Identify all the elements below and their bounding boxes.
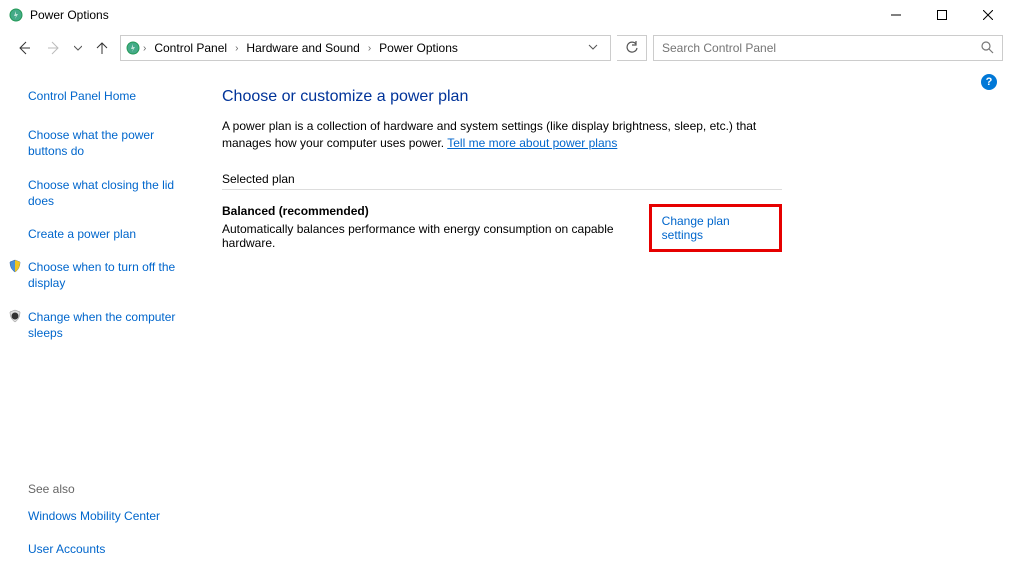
page-description: A power plan is a collection of hardware… <box>222 118 802 152</box>
sidebar-link-turn-off-display[interactable]: Choose when to turn off the display <box>28 259 190 291</box>
address-bar[interactable]: › Control Panel › Hardware and Sound › P… <box>120 35 611 61</box>
sidebar: Control Panel Home Choose what the power… <box>0 66 200 583</box>
window-title: Power Options <box>30 8 109 22</box>
forward-button[interactable] <box>42 36 66 60</box>
page-title: Choose or customize a power plan <box>222 88 981 106</box>
chevron-down-icon[interactable] <box>580 41 606 55</box>
sidebar-link-create-plan[interactable]: Create a power plan <box>28 226 190 242</box>
refresh-button[interactable] <box>617 35 647 61</box>
content-area: Control Panel Home Choose what the power… <box>0 66 1011 583</box>
maximize-button[interactable] <box>919 0 965 30</box>
breadcrumb-hardware-sound[interactable]: Hardware and Sound <box>240 36 365 60</box>
power-options-icon <box>8 7 24 23</box>
search-box[interactable] <box>653 35 1003 61</box>
up-button[interactable] <box>90 36 114 60</box>
recent-dropdown[interactable] <box>72 36 84 60</box>
highlight-annotation: Change plan settings <box>649 204 782 252</box>
breadcrumb-control-panel[interactable]: Control Panel <box>148 36 233 60</box>
tell-more-link[interactable]: Tell me more about power plans <box>447 136 617 150</box>
close-button[interactable] <box>965 0 1011 30</box>
breadcrumb-power-options[interactable]: Power Options <box>373 36 464 60</box>
main-panel: ? Choose or customize a power plan A pow… <box>200 66 1011 583</box>
change-plan-settings-link[interactable]: Change plan settings <box>662 214 730 242</box>
plan-name: Balanced (recommended) <box>222 204 649 218</box>
nav-bar: › Control Panel › Hardware and Sound › P… <box>0 30 1011 66</box>
plan-description: Automatically balances performance with … <box>222 222 649 250</box>
window-controls <box>873 0 1011 30</box>
plan-row: Balanced (recommended) Automatically bal… <box>222 204 782 252</box>
sidebar-link-closing-lid[interactable]: Choose what closing the lid does <box>28 177 190 209</box>
power-options-icon <box>125 40 141 56</box>
sidebar-link-computer-sleeps[interactable]: Change when the computer sleeps <box>28 309 190 341</box>
back-button[interactable] <box>12 36 36 60</box>
title-bar: Power Options <box>0 0 1011 30</box>
minimize-button[interactable] <box>873 0 919 30</box>
shield-icon <box>8 259 24 291</box>
sidebar-link-user-accounts[interactable]: User Accounts <box>28 541 190 557</box>
see-also-label: See also <box>28 482 190 496</box>
shield-icon <box>8 309 24 341</box>
chevron-right-icon[interactable]: › <box>143 43 146 54</box>
help-icon[interactable]: ? <box>981 74 997 90</box>
search-input[interactable] <box>662 41 980 55</box>
selected-plan-label: Selected plan <box>222 172 782 190</box>
chevron-right-icon[interactable]: › <box>368 43 371 54</box>
sidebar-link-power-buttons[interactable]: Choose what the power buttons do <box>28 127 190 159</box>
sidebar-link-home[interactable]: Control Panel Home <box>28 88 190 104</box>
search-icon[interactable] <box>980 40 994 57</box>
chevron-right-icon[interactable]: › <box>235 43 238 54</box>
sidebar-link-mobility-center[interactable]: Windows Mobility Center <box>28 508 190 524</box>
